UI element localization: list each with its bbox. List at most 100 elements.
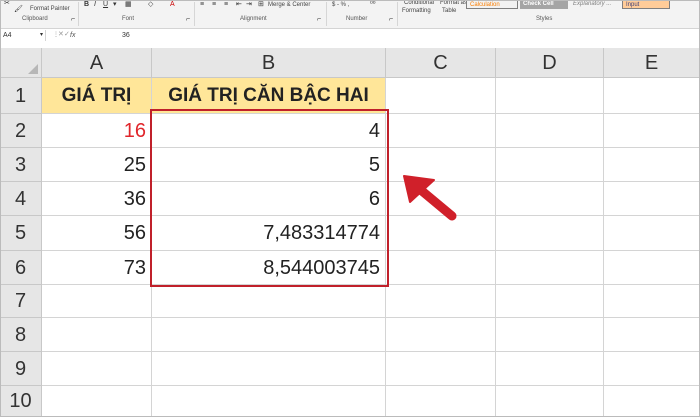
cell-e5[interactable]: [604, 216, 700, 251]
row-header-5[interactable]: 5: [0, 216, 42, 251]
row-header-9[interactable]: 9: [0, 352, 42, 386]
cell-e1[interactable]: [604, 78, 700, 114]
cell-d6[interactable]: [496, 251, 604, 285]
cell-d4[interactable]: [496, 182, 604, 216]
align-center-icon[interactable]: ≡: [212, 1, 216, 9]
styles-group-label: Styles: [536, 16, 553, 22]
merge-icon[interactable]: ⊞: [258, 1, 264, 9]
row-header-4[interactable]: 4: [0, 182, 42, 216]
cell-a1[interactable]: GIÁ TRỊ: [42, 78, 152, 114]
align-left-icon[interactable]: ≡: [200, 1, 204, 9]
cell-c8[interactable]: [386, 318, 496, 352]
format-as-table-line2[interactable]: Table: [442, 8, 456, 15]
conditional-formatting-line2[interactable]: Formatting: [402, 8, 431, 15]
increase-indent-icon[interactable]: ⇥: [246, 1, 252, 9]
clipboard-group-label: Clipboard: [22, 16, 48, 22]
cell-e4[interactable]: [604, 182, 700, 216]
cell-d8[interactable]: [496, 318, 604, 352]
cell-c7[interactable]: [386, 285, 496, 318]
dialog-launcher-icon[interactable]: ⌐: [71, 16, 75, 24]
column-header-c[interactable]: C: [386, 48, 496, 78]
row-header-6[interactable]: 6: [0, 251, 42, 285]
cell-d1[interactable]: [496, 78, 604, 114]
cell-c10[interactable]: [386, 386, 496, 417]
red-arrow-icon: [403, 175, 457, 221]
cell-d10[interactable]: [496, 386, 604, 417]
conditional-formatting-line1[interactable]: Conditional: [404, 0, 434, 7]
cell-a8[interactable]: [42, 318, 152, 352]
cell-b7[interactable]: [152, 285, 386, 318]
number-format-buttons[interactable]: $ - % ,: [332, 2, 349, 9]
highlight-box: [150, 109, 389, 287]
style-input[interactable]: Input: [622, 0, 670, 9]
cell-a9[interactable]: [42, 352, 152, 386]
row-header-1[interactable]: 1: [0, 78, 42, 114]
row-header-3[interactable]: 3: [0, 148, 42, 182]
cell-a2[interactable]: 16: [42, 114, 152, 148]
cell-d9[interactable]: [496, 352, 604, 386]
cell-e6[interactable]: [604, 251, 700, 285]
name-box-dropdown-icon[interactable]: ▾: [40, 31, 43, 39]
borders-icon[interactable]: ▦: [125, 1, 132, 9]
cell-e2[interactable]: [604, 114, 700, 148]
cell-b9[interactable]: [152, 352, 386, 386]
insert-function-icon[interactable]: fx: [70, 30, 75, 41]
column-header-d[interactable]: D: [496, 48, 604, 78]
style-calculation[interactable]: Calculation: [466, 0, 518, 9]
cell-c2[interactable]: [386, 114, 496, 148]
bold-icon[interactable]: B: [84, 1, 89, 9]
cell-d3[interactable]: [496, 148, 604, 182]
cell-e3[interactable]: [604, 148, 700, 182]
column-header-a[interactable]: A: [42, 48, 152, 78]
cell-d5[interactable]: [496, 216, 604, 251]
cell-a3[interactable]: 25: [42, 148, 152, 182]
dialog-launcher-icon[interactable]: ⌐: [186, 16, 190, 24]
row-header-10[interactable]: 10: [0, 386, 42, 417]
cell-b10[interactable]: [152, 386, 386, 417]
row-header-7[interactable]: 7: [0, 285, 42, 318]
dialog-launcher-icon[interactable]: ⌐: [317, 16, 321, 24]
decimal-icon[interactable]: ⁰⁰: [370, 1, 376, 9]
ribbon-separator: [397, 2, 398, 26]
cell-c1[interactable]: [386, 78, 496, 114]
style-explanatory[interactable]: Explanatory ...: [570, 0, 620, 9]
dialog-launcher-icon[interactable]: ⌐: [389, 16, 393, 24]
column-header-b[interactable]: B: [152, 48, 386, 78]
cell-a4[interactable]: 36: [42, 182, 152, 216]
select-all-button[interactable]: [0, 48, 42, 78]
align-right-icon[interactable]: ≡: [224, 1, 228, 9]
cell-a7[interactable]: [42, 285, 152, 318]
format-painter-icon[interactable]: 🖌: [14, 6, 23, 14]
underline-icon[interactable]: U: [103, 1, 108, 9]
cell-e8[interactable]: [604, 318, 700, 352]
cell-a10[interactable]: [42, 386, 152, 417]
format-painter-button[interactable]: Format Painter: [30, 6, 70, 13]
row-header-8[interactable]: 8: [0, 318, 42, 352]
italic-icon[interactable]: I: [94, 1, 96, 9]
formula-bar: A4 ▾ ⋮ ✕ ✓ fx 36: [0, 29, 700, 44]
cell-a6[interactable]: 73: [42, 251, 152, 285]
cell-a5[interactable]: 56: [42, 216, 152, 251]
cell-c9[interactable]: [386, 352, 496, 386]
cell-c6[interactable]: [386, 251, 496, 285]
cell-e10[interactable]: [604, 386, 700, 417]
cell-e9[interactable]: [604, 352, 700, 386]
fill-color-icon[interactable]: ◇: [148, 1, 153, 9]
cell-d7[interactable]: [496, 285, 604, 318]
dropdown-icon[interactable]: ▾: [113, 1, 117, 9]
format-as-table-line1[interactable]: Format as: [440, 0, 467, 7]
decrease-indent-icon[interactable]: ⇤: [236, 1, 242, 9]
cut-icon[interactable]: ✂: [4, 0, 10, 8]
formula-input[interactable]: 36: [122, 30, 130, 41]
cancel-icon[interactable]: ✕: [58, 31, 64, 39]
ribbon: ✂ 🖌 Format Painter Clipboard ⌐ B I U ▾ ▦…: [0, 0, 700, 29]
merge-center-button[interactable]: Merge & Center: [268, 2, 310, 9]
row-header-2[interactable]: 2: [0, 114, 42, 148]
style-check-cell[interactable]: Check Cell: [520, 0, 568, 9]
cell-d2[interactable]: [496, 114, 604, 148]
enter-icon[interactable]: ✓: [64, 31, 70, 39]
font-color-icon[interactable]: A: [170, 1, 175, 9]
column-header-e[interactable]: E: [604, 48, 700, 78]
cell-e7[interactable]: [604, 285, 700, 318]
cell-b8[interactable]: [152, 318, 386, 352]
